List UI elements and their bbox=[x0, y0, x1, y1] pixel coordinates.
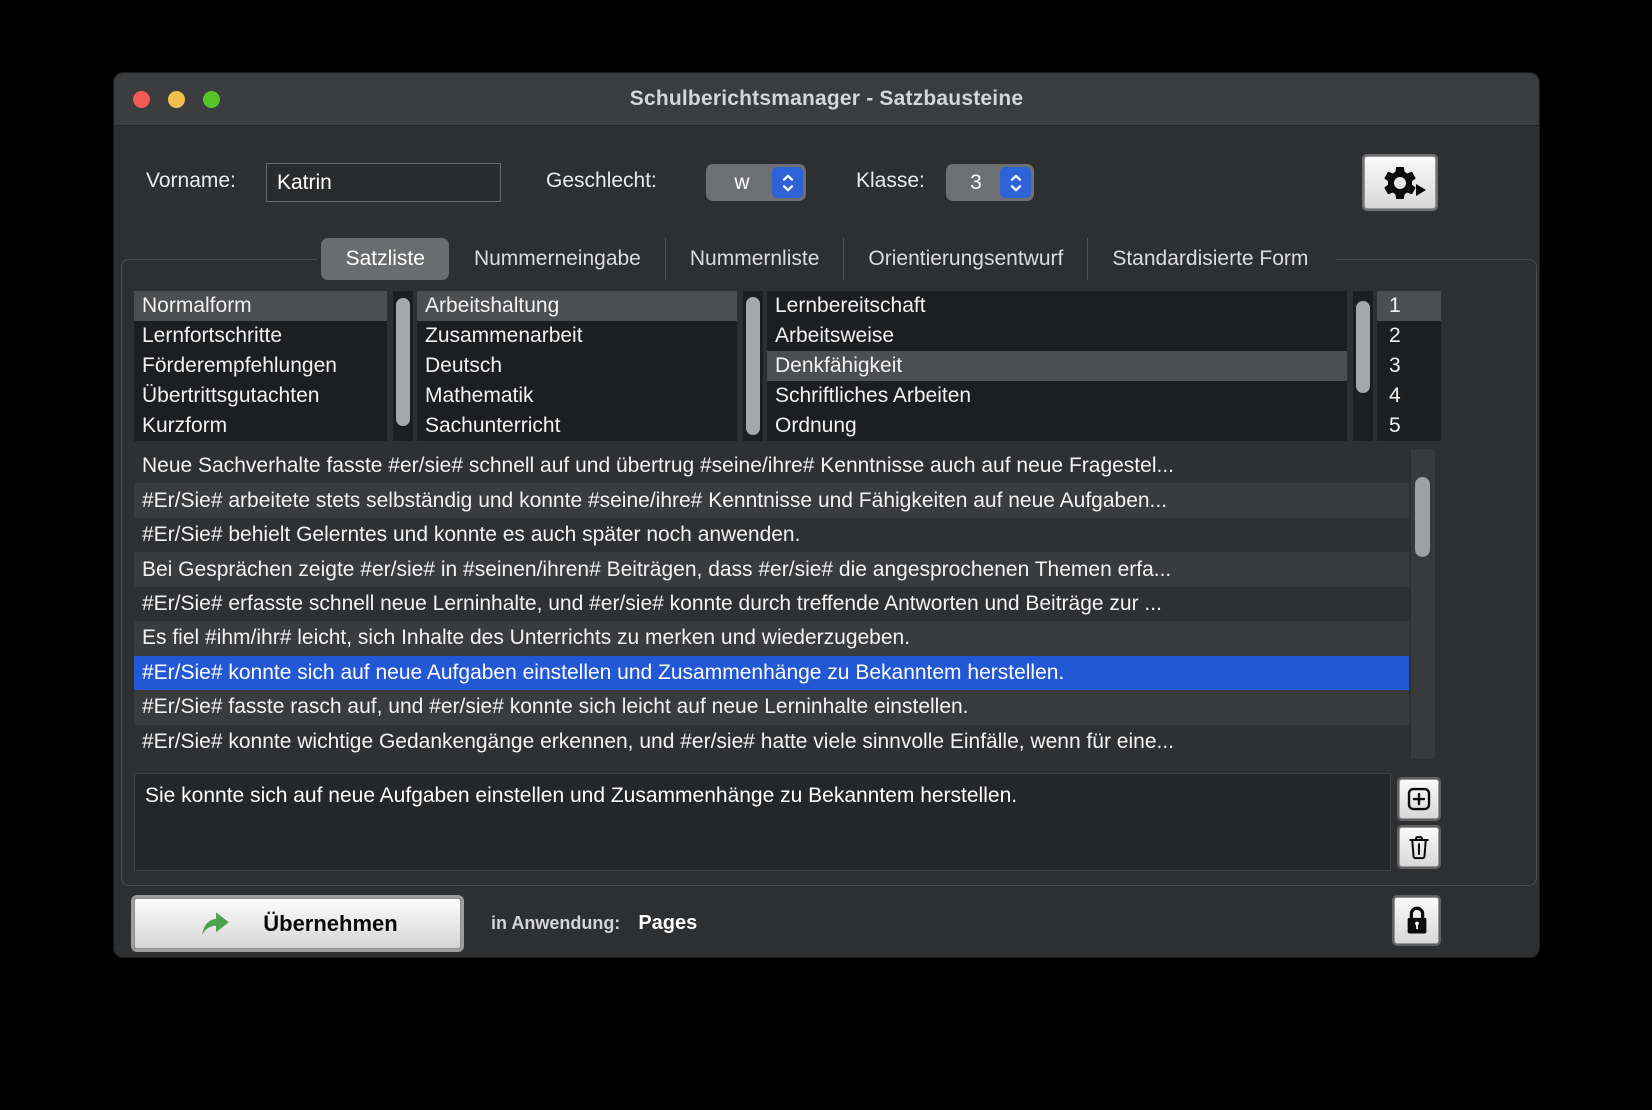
list-item[interactable]: Kurzform bbox=[134, 411, 387, 441]
list-item[interactable]: Arbeitshaltung bbox=[417, 291, 737, 321]
sentence-list: Neue Sachverhalte fasste #er/sie# schnel… bbox=[134, 449, 1409, 759]
geschlecht-select[interactable]: w bbox=[706, 164, 806, 201]
geschlecht-label: Geschlecht: bbox=[546, 169, 657, 193]
list-item[interactable]: Arbeitsweise bbox=[767, 321, 1347, 351]
sentence-item[interactable]: Es fiel #ihm/ihr# leicht, sich Inhalte d… bbox=[134, 621, 1409, 655]
list-item[interactable]: Zusammenarbeit bbox=[417, 321, 737, 351]
grade-item[interactable]: 1 bbox=[1377, 291, 1441, 321]
delete-sentence-button[interactable] bbox=[1399, 827, 1439, 867]
sentence-item[interactable]: #Er/Sie# erfasste schnell neue Lerninhal… bbox=[134, 587, 1409, 621]
tab[interactable]: Satzliste bbox=[321, 238, 449, 280]
sentence-item[interactable]: #Er/Sie# arbeitete stets selbständig und… bbox=[134, 483, 1409, 517]
vorname-input[interactable] bbox=[266, 163, 501, 202]
apply-button[interactable]: Übernehmen bbox=[134, 898, 461, 949]
app-window: Schulberichtsmanager - Satzbausteine Vor… bbox=[113, 72, 1540, 958]
subcategory-list: LernbereitschaftArbeitsweiseDenkfähigkei… bbox=[767, 291, 1347, 441]
list-item[interactable]: Lernbereitschaft bbox=[767, 291, 1347, 321]
window-title: Schulberichtsmanager - Satzbausteine bbox=[630, 87, 1023, 111]
stepper-icon bbox=[772, 167, 803, 198]
tab-bar: SatzlisteNummerneingabeNummernlisteOrien… bbox=[114, 238, 1539, 280]
zoom-icon[interactable] bbox=[203, 91, 220, 108]
gear-icon bbox=[1380, 163, 1420, 203]
apply-arrow-icon bbox=[197, 907, 233, 941]
category-list: ArbeitshaltungZusammenarbeitDeutschMathe… bbox=[417, 291, 737, 441]
scrollbar-thumb[interactable] bbox=[1356, 301, 1370, 393]
preview-textarea[interactable]: Sie konnte sich auf neue Aufgaben einste… bbox=[134, 773, 1391, 871]
minimize-icon[interactable] bbox=[168, 91, 185, 108]
sentence-item[interactable]: Neue Sachverhalte fasste #er/sie# schnel… bbox=[134, 449, 1409, 483]
category-scrollbar[interactable] bbox=[743, 291, 763, 441]
sentence-item[interactable]: #Er/Sie# behielt Gelerntes und konnte es… bbox=[134, 518, 1409, 552]
menu-arrow-icon bbox=[1416, 184, 1426, 196]
tabs: SatzlisteNummerneingabeNummernlisteOrien… bbox=[317, 238, 1337, 280]
sentence-item[interactable]: Bei Gesprächen zeigte #er/sie# in #seine… bbox=[134, 552, 1409, 586]
stepper-icon bbox=[1000, 167, 1031, 198]
lock-button[interactable] bbox=[1394, 897, 1439, 944]
tab[interactable]: Standardisierte Form bbox=[1087, 238, 1332, 280]
subcategory-scrollbar[interactable] bbox=[1353, 291, 1373, 441]
traffic-lights bbox=[133, 73, 220, 125]
klasse-select[interactable]: 3 bbox=[946, 164, 1034, 201]
title-bar[interactable]: Schulberichtsmanager - Satzbausteine bbox=[114, 73, 1539, 126]
apply-label: Übernehmen bbox=[263, 911, 397, 937]
list-item[interactable]: Normalform bbox=[134, 291, 387, 321]
list-item[interactable]: Deutsch bbox=[417, 351, 737, 381]
grade-item[interactable]: 4 bbox=[1377, 381, 1441, 411]
grade-item[interactable]: 3 bbox=[1377, 351, 1441, 381]
tab[interactable]: Nummerneingabe bbox=[449, 238, 665, 280]
list-item[interactable]: Schriftliches Arbeiten bbox=[767, 381, 1347, 411]
list-item[interactable]: Ordnung bbox=[767, 411, 1347, 441]
settings-button[interactable] bbox=[1364, 156, 1436, 209]
plus-icon bbox=[1404, 784, 1434, 814]
sentence-item[interactable]: #Er/Sie# konnte sich auf neue Aufgaben e… bbox=[134, 656, 1409, 690]
list-item[interactable]: Förderempfehlungen bbox=[134, 351, 387, 381]
scrollbar-thumb[interactable] bbox=[1415, 477, 1430, 557]
app-name: Pages bbox=[638, 912, 697, 935]
sentence-item[interactable]: #Er/Sie# konnte wichtige Gedankengänge e… bbox=[134, 725, 1409, 759]
list-item[interactable]: Sachunterricht bbox=[417, 411, 737, 441]
tab[interactable]: Orientierungsentwurf bbox=[843, 238, 1087, 280]
in-app-label: in Anwendung: bbox=[491, 913, 620, 934]
scrollbar-thumb[interactable] bbox=[746, 297, 760, 435]
grade-list: 12345 bbox=[1377, 291, 1441, 441]
report-form-scrollbar[interactable] bbox=[393, 291, 413, 441]
add-sentence-button[interactable] bbox=[1399, 779, 1439, 819]
tab[interactable]: Nummernliste bbox=[665, 238, 844, 280]
grade-item[interactable]: 5 bbox=[1377, 411, 1441, 441]
list-item[interactable]: Lernfortschritte bbox=[134, 321, 387, 351]
klasse-label: Klasse: bbox=[856, 169, 925, 193]
list-item[interactable]: Denkfähigkeit bbox=[767, 351, 1347, 381]
grade-item[interactable]: 2 bbox=[1377, 321, 1441, 351]
sentence-scrollbar[interactable] bbox=[1411, 449, 1435, 759]
sentence-item[interactable]: #Er/Sie# fasste rasch auf, und #er/sie# … bbox=[134, 690, 1409, 724]
report-form-list: NormalformLernfortschritteFörderempfehlu… bbox=[134, 291, 387, 441]
target-app-status: in Anwendung: Pages bbox=[491, 898, 697, 949]
close-icon[interactable] bbox=[133, 91, 150, 108]
trash-icon bbox=[1405, 833, 1433, 861]
vorname-label: Vorname: bbox=[146, 169, 236, 193]
list-item[interactable]: Übertrittsgutachten bbox=[134, 381, 387, 411]
list-item[interactable]: Mathematik bbox=[417, 381, 737, 411]
lock-icon bbox=[1402, 904, 1432, 938]
scrollbar-thumb[interactable] bbox=[396, 298, 410, 426]
